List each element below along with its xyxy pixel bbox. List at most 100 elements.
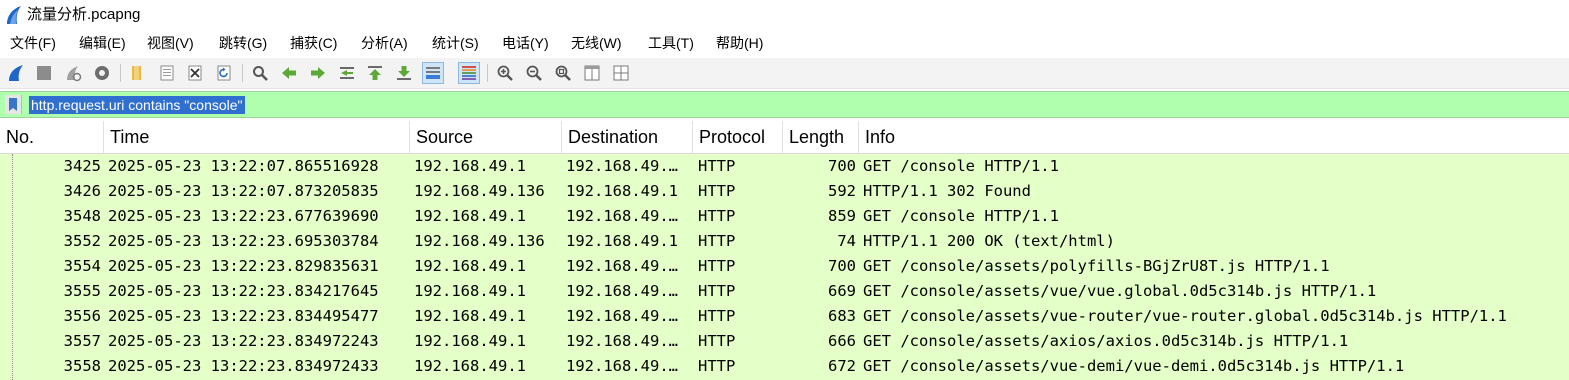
- save-file-icon[interactable]: [156, 62, 178, 84]
- packet-row[interactable]: 3554 2025-05-23 13:22:23.829835631 192.168…: [0, 254, 1569, 279]
- close-file-icon[interactable]: [184, 62, 206, 84]
- packet-destination: 192.168.49.…: [566, 332, 678, 350]
- toolbar-separator: [487, 64, 488, 82]
- packet-time: 2025-05-23 13:22:23.829835631: [108, 257, 379, 275]
- auto-scroll-icon[interactable]: [422, 62, 444, 84]
- packet-time: 2025-05-23 13:22:23.834972243: [108, 332, 379, 350]
- packet-number: 3558: [63, 357, 101, 375]
- column-header-destination[interactable]: Destination: [562, 121, 693, 153]
- packet-length: 666: [828, 332, 856, 350]
- packet-protocol: HTTP: [698, 182, 736, 200]
- packet-length: 700: [828, 257, 856, 275]
- resize-columns-icon[interactable]: [581, 62, 603, 84]
- packet-protocol: HTTP: [698, 232, 736, 250]
- packet-number: 3557: [63, 332, 101, 350]
- packet-length: 683: [828, 307, 856, 325]
- restart-capture-icon[interactable]: [62, 62, 84, 84]
- packet-destination: 192.168.49.…: [566, 307, 678, 325]
- packet-info: HTTP/1.1 200 OK (text/html): [863, 232, 1115, 250]
- zoom-in-icon[interactable]: [494, 62, 516, 84]
- packet-row[interactable]: 3555 2025-05-23 13:22:23.834217645 192.168…: [0, 279, 1569, 304]
- find-packet-icon[interactable]: [249, 62, 271, 84]
- column-header-source[interactable]: Source: [410, 121, 562, 153]
- packet-time: 2025-05-23 13:22:23.677639690: [108, 207, 379, 225]
- packet-info: GET /console/assets/vue-demi/vue-demi.0d…: [863, 357, 1405, 375]
- packet-row[interactable]: 3425 2025-05-23 13:22:07.865516928 192.168…: [0, 154, 1569, 179]
- menu-wireless[interactable]: 无线(W): [571, 33, 622, 53]
- expand-columns-icon[interactable]: [610, 62, 632, 84]
- packet-row[interactable]: 3552 2025-05-23 13:22:23.695303784 192.168…: [0, 229, 1569, 254]
- menu-telephony[interactable]: 电话(Y): [502, 33, 549, 53]
- go-back-icon[interactable]: [278, 62, 300, 84]
- packet-protocol: HTTP: [698, 332, 736, 350]
- packet-length: 700: [828, 157, 856, 175]
- packet-time: 2025-05-23 13:22:07.873205835: [108, 182, 379, 200]
- packet-source: 192.168.49.1: [414, 282, 526, 300]
- zoom-normal-icon[interactable]: [552, 62, 574, 84]
- packet-destination: 192.168.49.1: [566, 232, 678, 250]
- packet-info: GET /console/assets/vue/vue.global.0d5c3…: [863, 282, 1377, 300]
- packet-time: 2025-05-23 13:22:23.834217645: [108, 282, 379, 300]
- display-filter-input[interactable]: http.request.uri contains "console": [29, 96, 245, 114]
- menu-file[interactable]: 文件(F): [10, 33, 56, 53]
- packet-info: GET /console/assets/polyfills-BGjZrU8T.j…: [863, 257, 1330, 275]
- packet-time: 2025-05-23 13:22:23.695303784: [108, 232, 379, 250]
- packet-row[interactable]: 3556 2025-05-23 13:22:23.834495477 192.168…: [0, 304, 1569, 329]
- packet-destination: 192.168.49.…: [566, 357, 678, 375]
- column-header-length[interactable]: Length: [783, 121, 859, 153]
- toolbar-separator: [242, 64, 243, 82]
- go-last-icon[interactable]: [393, 62, 415, 84]
- packet-protocol: HTTP: [698, 357, 736, 375]
- packet-row[interactable]: 3557 2025-05-23 13:22:23.834972243 192.168…: [0, 329, 1569, 354]
- capture-options-icon[interactable]: [91, 62, 113, 84]
- column-header-info[interactable]: Info: [859, 121, 1569, 153]
- menu-capture[interactable]: 捕获(C): [290, 33, 337, 53]
- packet-list-header: No. Time Source Destination Protocol Len…: [0, 121, 1569, 154]
- stop-capture-icon[interactable]: [33, 62, 55, 84]
- packet-number: 3425: [63, 157, 101, 175]
- packet-destination: 192.168.49.1: [566, 182, 678, 200]
- open-file-icon[interactable]: [126, 62, 148, 84]
- packet-protocol: HTTP: [698, 282, 736, 300]
- packet-source: 192.168.49.1: [414, 332, 526, 350]
- filter-bookmark-icon[interactable]: [5, 95, 22, 114]
- packet-destination: 192.168.49.…: [566, 157, 678, 175]
- packet-protocol: HTTP: [698, 207, 736, 225]
- packet-row[interactable]: 3548 2025-05-23 13:22:23.677639690 192.168…: [0, 204, 1569, 229]
- toolbar-separator: [120, 64, 121, 82]
- title-bar: 流量分析.pcapng: [0, 0, 1569, 30]
- menu-edit[interactable]: 编辑(E): [79, 33, 126, 53]
- packet-protocol: HTTP: [698, 157, 736, 175]
- packet-info: GET /console HTTP/1.1: [863, 157, 1059, 175]
- column-header-time[interactable]: Time: [104, 121, 410, 153]
- go-forward-icon[interactable]: [307, 62, 329, 84]
- go-first-icon[interactable]: [364, 62, 386, 84]
- start-capture-icon[interactable]: [5, 62, 27, 84]
- packet-length: 669: [828, 282, 856, 300]
- packet-length: 74: [837, 232, 856, 250]
- menu-help[interactable]: 帮助(H): [716, 33, 763, 53]
- colorize-icon[interactable]: [458, 62, 480, 84]
- column-header-no[interactable]: No.: [0, 121, 104, 153]
- packet-row[interactable]: 3558 2025-05-23 13:22:23.834972433 192.168…: [0, 354, 1569, 379]
- menu-statistics[interactable]: 统计(S): [432, 33, 479, 53]
- reload-file-icon[interactable]: [213, 62, 235, 84]
- packet-length: 672: [828, 357, 856, 375]
- menu-view[interactable]: 视图(V): [147, 33, 194, 53]
- packet-row[interactable]: 3426 2025-05-23 13:22:07.873205835 192.168…: [0, 179, 1569, 204]
- packet-number: 3552: [63, 232, 101, 250]
- packet-number: 3555: [63, 282, 101, 300]
- packet-destination: 192.168.49.…: [566, 207, 678, 225]
- packet-list: 3425 2025-05-23 13:22:07.865516928 192.168…: [0, 154, 1569, 380]
- menu-tools[interactable]: 工具(T): [648, 33, 694, 53]
- packet-time: 2025-05-23 13:22:23.834495477: [108, 307, 379, 325]
- column-header-protocol[interactable]: Protocol: [693, 121, 783, 153]
- menu-bar: 文件(F) 编辑(E) 视图(V) 跳转(G) 捕获(C) 分析(A) 统计(S…: [0, 30, 1569, 56]
- menu-analyze[interactable]: 分析(A): [361, 33, 408, 53]
- menu-go[interactable]: 跳转(G): [219, 33, 267, 53]
- zoom-out-icon[interactable]: [523, 62, 545, 84]
- packet-info: HTTP/1.1 302 Found: [863, 182, 1031, 200]
- go-to-packet-icon[interactable]: [336, 62, 358, 84]
- packet-number: 3556: [63, 307, 101, 325]
- window-title: 流量分析.pcapng: [27, 6, 141, 23]
